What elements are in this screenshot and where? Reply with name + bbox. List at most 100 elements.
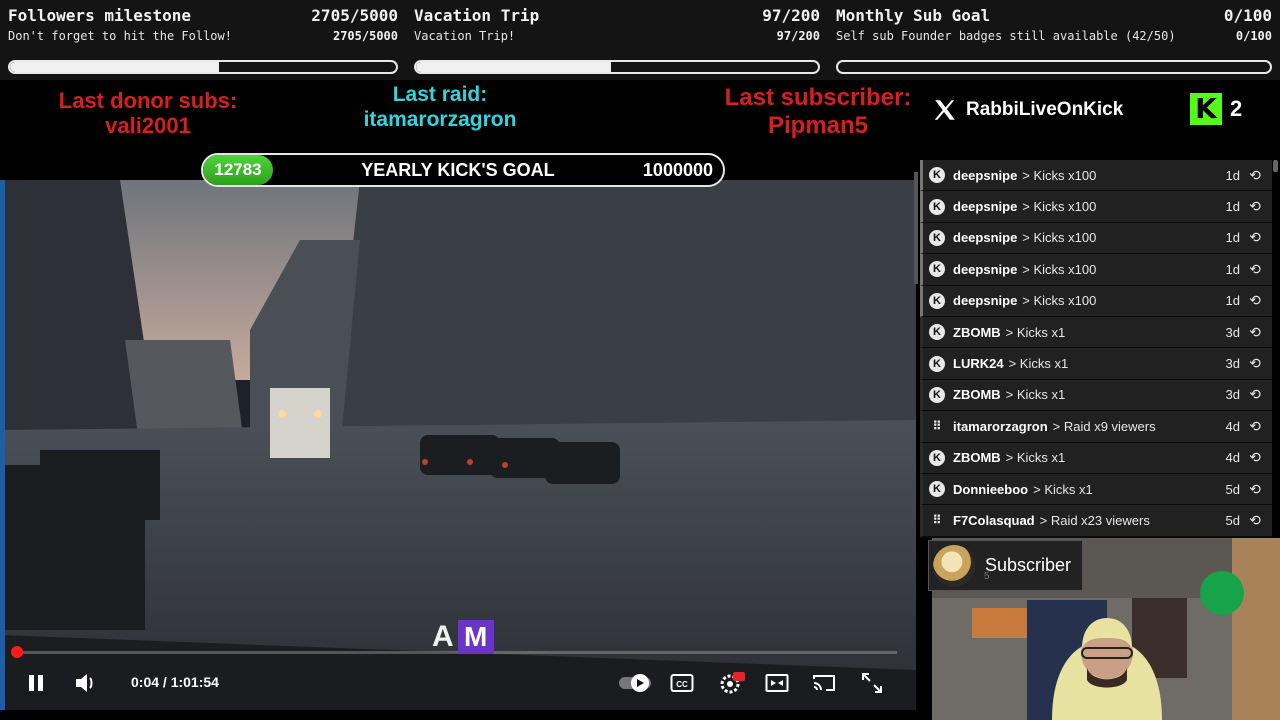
goal-subtitle: Self sub Founder badges still available …	[836, 29, 1176, 43]
event-age: 3d	[1225, 356, 1240, 372]
event-user: deepsnipe	[953, 230, 1018, 246]
last-raid-alert: Last raid: itamarorzagron	[330, 82, 550, 132]
goal-title: Vacation Trip	[414, 6, 540, 25]
followers-goal-widget: Followers milestone 2705/5000 Don't forg…	[0, 0, 406, 80]
miniplayer-icon[interactable]	[765, 673, 789, 693]
goal-progress-bar	[8, 60, 398, 74]
event-user: ZBOMB	[953, 450, 1001, 466]
event-action: > Kicks x100	[1022, 230, 1097, 246]
watermark-a: A	[432, 620, 454, 653]
fullscreen-icon[interactable]	[861, 672, 883, 694]
video-progress-handle[interactable]	[11, 646, 23, 658]
replay-alert-icon[interactable]: ⟲	[1246, 449, 1264, 466]
replay-alert-icon[interactable]: ⟲	[1246, 355, 1264, 372]
watermark-m: M	[457, 620, 494, 654]
video-time: 0:04 / 1:01:54	[131, 674, 219, 690]
goal-progress-bar	[414, 60, 820, 74]
goal-count: 97/200	[762, 6, 820, 25]
event-action: > Kicks x100	[1022, 261, 1097, 277]
kick-viewer-count: K 2	[1190, 93, 1242, 125]
social-handle-text: RabbiLiveOnKick	[966, 99, 1124, 120]
replay-alert-icon[interactable]: ⟲	[1246, 324, 1264, 341]
replay-alert-icon[interactable]: ⟲	[1246, 292, 1264, 309]
replay-alert-icon[interactable]: ⟲	[1246, 481, 1264, 498]
event-action: > Kicks x1	[1033, 481, 1093, 497]
vacation-goal-widget: Vacation Trip 97/200 Vacation Trip! 97/2…	[406, 0, 828, 80]
event-action: > Raid x9 viewers	[1052, 418, 1156, 434]
last-donor-alert: Last donor subs: vali2001	[30, 88, 266, 138]
kick-logo-icon: K	[1190, 93, 1222, 125]
event-age: 1d	[1225, 230, 1240, 246]
goal-title: Followers milestone	[8, 6, 192, 25]
subscriber-avatar	[933, 544, 975, 587]
replay-alert-icon[interactable]: ⟲	[1246, 261, 1264, 278]
kick-icon: K	[929, 481, 945, 498]
yearly-kicks-goal: 12783 YEARLY KICK'S GOAL 1000000	[201, 153, 725, 187]
event-row: Kdeepsnipe > Kicks x100 1d ⟲	[920, 285, 1272, 317]
sub-goal-widget: Monthly Sub Goal 0/100 Self sub Founder …	[828, 0, 1280, 80]
event-user: deepsnipe	[953, 199, 1018, 215]
event-action: > Raid x23 viewers	[1039, 512, 1150, 528]
event-action: > Kicks x1	[1008, 356, 1069, 372]
event-list-scrollbar[interactable]	[1273, 160, 1278, 172]
goal-count: 2705/5000	[311, 6, 398, 25]
last-subscriber-alert: Last subscriber: Pipman5	[700, 84, 936, 140]
event-age: 1d	[1225, 261, 1240, 277]
event-age: 1d	[1225, 199, 1240, 215]
event-action: > Kicks x1	[1005, 324, 1066, 340]
last-subscriber-label: Last subscriber:	[724, 84, 912, 111]
event-user: LURK24	[953, 356, 1004, 372]
event-age: 4d	[1225, 418, 1240, 434]
autoplay-toggle-icon[interactable]	[618, 673, 652, 693]
svg-text:CC: CC	[676, 680, 688, 689]
kick-icon: K	[929, 261, 945, 278]
event-row: Kdeepsnipe > Kicks x100 1d ⟲	[920, 160, 1272, 192]
event-action: > Kicks x100	[1022, 293, 1097, 309]
kick-count: 2	[1230, 96, 1243, 121]
last-subscriber-name: Pipman5	[767, 112, 869, 139]
captions-icon[interactable]: CC	[670, 673, 694, 693]
event-user: itamarorzagron	[953, 418, 1048, 434]
event-user: ZBOMB	[953, 387, 1001, 403]
goal-subtitle: Vacation Trip!	[414, 29, 516, 43]
event-row: Kdeepsnipe > Kicks x100 1d ⟲	[920, 222, 1272, 255]
last-raid-name: itamarorzagron	[363, 108, 517, 131]
subscriber-count: 5	[984, 571, 990, 582]
last-donor-name: vali2001	[105, 113, 191, 138]
player-scrollbar[interactable]	[914, 172, 918, 284]
goal-subcount: 0/100	[1235, 29, 1272, 43]
replay-alert-icon[interactable]: ⟲	[1246, 512, 1264, 529]
replay-alert-icon[interactable]: ⟲	[1246, 386, 1264, 403]
event-user: deepsnipe	[953, 167, 1018, 183]
pause-icon[interactable]	[26, 673, 46, 693]
event-row: Kdeepsnipe > Kicks x100 1d ⟲	[920, 191, 1272, 223]
yearly-goal-label: YEARLY KICK'S GOAL	[361, 159, 555, 180]
kick-icon: K	[929, 324, 945, 341]
event-action: > Kicks x1	[1005, 450, 1066, 466]
event-age: 5d	[1225, 481, 1240, 497]
kick-icon: K	[929, 292, 945, 309]
replay-alert-icon[interactable]: ⟲	[1246, 167, 1264, 184]
event-row: Kdeepsnipe > Kicks x100 1d ⟲	[920, 254, 1272, 286]
settings-hd-icon[interactable]	[718, 671, 746, 695]
subscriber-badge: Subscriber 5	[928, 540, 1083, 591]
event-age: 3d	[1225, 387, 1240, 403]
replay-alert-icon[interactable]: ⟲	[1246, 418, 1264, 435]
goal-progress-bar	[836, 60, 1272, 74]
goal-subtitle: Don't forget to hit the Follow!	[8, 29, 232, 43]
replay-alert-icon[interactable]: ⟲	[1246, 229, 1264, 246]
event-row: K LURK24 > Kicks x1 3d ⟲	[920, 348, 1272, 380]
goal-title: Monthly Sub Goal	[836, 6, 991, 25]
event-user: ZBOMB	[953, 324, 1001, 340]
volume-icon[interactable]	[74, 672, 98, 694]
event-list: Kdeepsnipe > Kicks x100 1d ⟲ Kdeepsnipe > Kic…	[920, 160, 1272, 538]
kick-icon: K	[929, 198, 945, 215]
goal-count: 0/100	[1223, 6, 1272, 25]
goal-progress-fill	[10, 62, 219, 72]
replay-alert-icon[interactable]: ⟲	[1246, 198, 1264, 215]
event-action: > Kicks x100	[1022, 199, 1097, 215]
cast-icon[interactable]	[812, 673, 836, 693]
event-row: ⠿ itamarorzagron > Raid x9 viewers 4d ⟲	[920, 411, 1272, 443]
kick-icon: K	[929, 449, 945, 466]
subscriber-label: Subscriber	[985, 555, 1072, 575]
